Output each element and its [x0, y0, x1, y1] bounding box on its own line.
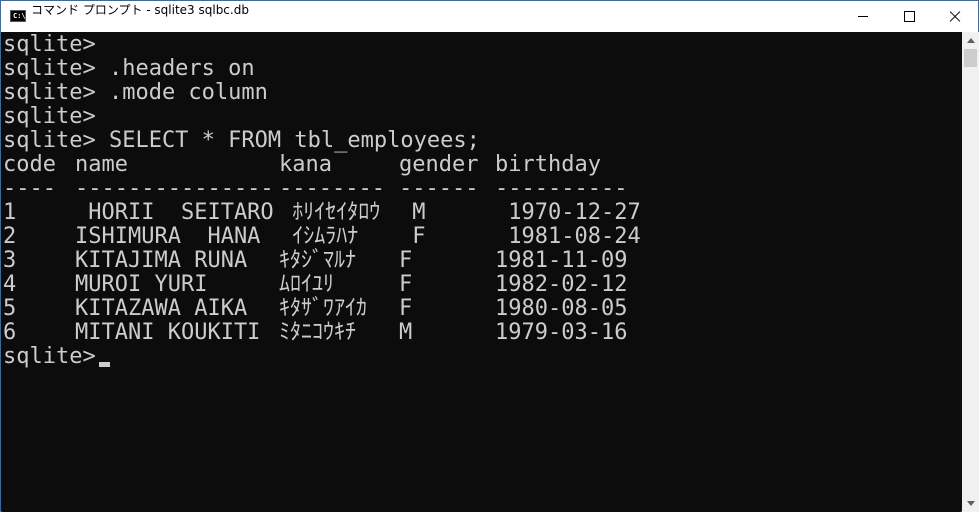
separator: ---- [3, 176, 56, 201]
cell-birthday: 1980-08-05 [495, 296, 628, 321]
table-row: 2 ISHIMURA HANA ｲｼﾑﾗﾊﾅ F 1981-08-24 [3, 225, 703, 249]
cell-code: 6 [3, 320, 17, 345]
cell-kana: ｷﾀｻﾞﾜｱｲｶ [279, 296, 368, 321]
table-row: 1 HORII SEITARO ﾎﾘｲｾｲﾀﾛｳ M 1970-12-27 [3, 201, 703, 225]
cell-birthday: 1970-12-27 [495, 200, 641, 225]
command-prompt-window: C:\ コマンド プロンプト - sqlite3 sqlbc.db sqlite… [0, 0, 979, 512]
cell-name: KITAJIMA RUNA [75, 248, 248, 273]
console-line: sqlite> [3, 32, 96, 57]
cell-gender: F [399, 248, 413, 273]
separator: -------- [279, 176, 385, 201]
console-line: sqlite> [3, 104, 96, 129]
text-cursor [99, 362, 110, 367]
table-row: 3 KITAJIMA RUNA ｷﾀｼﾞﾏﾙﾅ F 1981-11-09 [3, 249, 703, 273]
cell-gender: F [399, 272, 413, 297]
cell-kana: ﾐﾀﾆｺｳｷﾁ [279, 320, 357, 345]
header-name: name [75, 152, 128, 177]
cell-kana: ﾑﾛｲﾕﾘ [279, 272, 335, 297]
separator: --------------- [75, 176, 274, 201]
maximize-button[interactable] [886, 1, 932, 32]
separator: ---------- [495, 176, 628, 201]
window-title: コマンド プロンプト - sqlite3 sqlbc.db [31, 3, 249, 17]
header-code: code [3, 152, 56, 177]
scroll-thumb[interactable] [964, 49, 977, 67]
console-line: sqlite> SELECT * FROM tbl_employees; [3, 128, 480, 153]
cell-kana: ｲｼﾑﾗﾊﾅ [279, 224, 359, 249]
cell-gender: F [399, 224, 426, 249]
table-separator-row: ---- --------------- -------- ------ ---… [3, 177, 703, 201]
cmd-icon[interactable]: C:\ [10, 10, 26, 22]
cell-gender: M [399, 200, 426, 225]
table-row: 4 MUROI YURI ﾑﾛｲﾕﾘ F 1982-02-12 [3, 273, 703, 297]
cell-kana: ﾎﾘｲｾｲﾀﾛｳ [279, 200, 381, 225]
cell-name: KITAZAWA AIKA [75, 296, 248, 321]
header-gender: gender [399, 152, 479, 177]
table-row: 6 MITANI KOUKITI ﾐﾀﾆｺｳｷﾁ M 1979-03-16 [3, 321, 703, 345]
scroll-down-arrow-icon[interactable] [962, 495, 979, 512]
minimize-button[interactable] [840, 1, 886, 32]
close-icon [949, 11, 961, 23]
cell-code: 1 [3, 200, 17, 225]
cell-code: 5 [3, 296, 17, 321]
cell-birthday: 1981-08-24 [495, 224, 641, 249]
console-line: sqlite> .mode column [3, 80, 268, 105]
cell-birthday: 1981-11-09 [495, 248, 628, 273]
table-header-row: code name kana gender birthday [3, 153, 703, 177]
title-bar[interactable]: C:\ コマンド プロンプト - sqlite3 sqlbc.db [1, 1, 978, 32]
header-kana: kana [279, 152, 332, 177]
cell-code: 2 [3, 224, 17, 249]
cell-code: 3 [3, 248, 17, 273]
separator: ------ [399, 176, 479, 201]
table-row: 5 KITAZAWA AIKA ｷﾀｻﾞﾜｱｲｶ F 1980-08-05 [3, 297, 703, 321]
vertical-scrollbar[interactable] [962, 32, 979, 512]
cell-gender: M [399, 320, 413, 345]
scroll-up-arrow-icon[interactable] [962, 32, 979, 49]
cell-birthday: 1982-02-12 [495, 272, 628, 297]
cell-name: MITANI KOUKITI [75, 320, 261, 345]
close-button[interactable] [932, 1, 978, 32]
cell-code: 4 [3, 272, 17, 297]
cell-kana: ｷﾀｼﾞﾏﾙﾅ [279, 248, 357, 273]
cell-name: HORII SEITARO [75, 200, 274, 225]
current-prompt: sqlite> [3, 344, 96, 369]
cell-birthday: 1979-03-16 [495, 320, 628, 345]
cell-name: MUROI YURI [75, 272, 208, 297]
cell-gender: F [399, 296, 413, 321]
header-birthday: birthday [495, 152, 601, 177]
maximize-icon [903, 11, 915, 22]
minimize-icon [858, 16, 868, 17]
console-output[interactable]: sqlite> sqlite> .headers on sqlite> .mod… [2, 32, 961, 512]
cell-name: ISHIMURA HANA [75, 224, 261, 249]
console-line: sqlite> .headers on [3, 56, 255, 81]
